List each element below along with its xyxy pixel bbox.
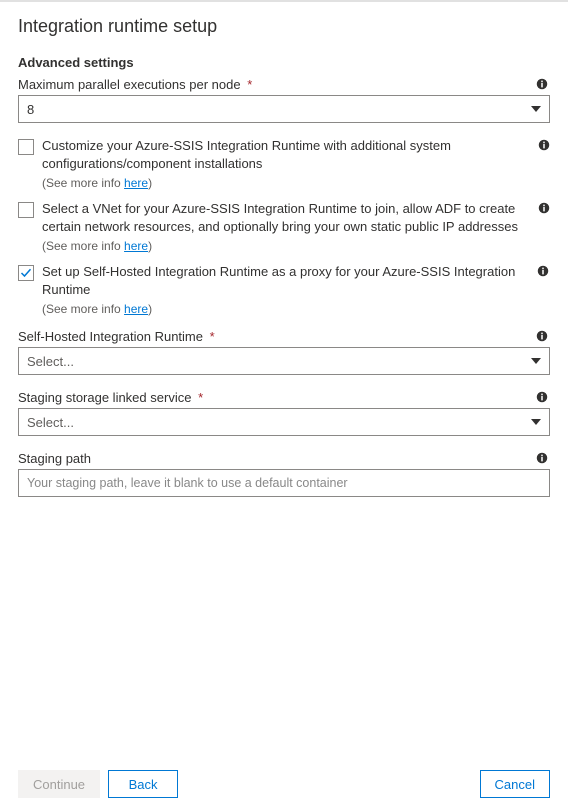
vnet-more-link[interactable]: here: [124, 239, 148, 253]
info-icon[interactable]: [534, 450, 550, 466]
info-icon[interactable]: [534, 328, 550, 344]
proxy-label: Set up Self-Hosted Integration Runtime a…: [42, 263, 527, 298]
max-parallel-select[interactable]: 8: [18, 95, 550, 123]
self-hosted-ir-select[interactable]: Select...: [18, 347, 550, 375]
info-icon[interactable]: [534, 76, 550, 92]
max-parallel-header: Maximum parallel executions per node *: [18, 76, 550, 92]
staging-path-input[interactable]: [27, 476, 541, 490]
proxy-more-info: (See more info here): [42, 302, 550, 316]
required-asterisk: *: [247, 77, 252, 92]
vnet-row: Select a VNet for your Azure-SSIS Integr…: [18, 200, 550, 235]
info-icon[interactable]: [535, 263, 550, 279]
vnet-label: Select a VNet for your Azure-SSIS Integr…: [42, 200, 530, 235]
staging-path-label: Staging path: [18, 451, 91, 466]
max-parallel-label: Maximum parallel executions per node: [18, 77, 241, 92]
info-icon[interactable]: [534, 389, 550, 405]
proxy-more-link[interactable]: here: [124, 302, 148, 316]
chevron-down-icon: [531, 358, 541, 364]
customize-more-link[interactable]: here: [124, 176, 148, 190]
panel-title: Integration runtime setup: [18, 16, 550, 37]
chevron-down-icon: [531, 419, 541, 425]
info-icon[interactable]: [538, 137, 550, 153]
vnet-checkbox[interactable]: [18, 202, 34, 218]
customize-label: Customize your Azure-SSIS Integration Ru…: [42, 137, 530, 172]
staging-path-header: Staging path: [18, 450, 550, 466]
staging-storage-label: Staging storage linked service: [18, 390, 191, 405]
staging-storage-placeholder: Select...: [27, 415, 531, 430]
back-button[interactable]: Back: [108, 770, 178, 798]
cancel-button[interactable]: Cancel: [480, 770, 550, 798]
required-asterisk: *: [210, 329, 215, 344]
continue-button: Continue: [18, 770, 100, 798]
proxy-row: Set up Self-Hosted Integration Runtime a…: [18, 263, 550, 298]
staging-storage-header: Staging storage linked service *: [18, 389, 550, 405]
self-hosted-ir-placeholder: Select...: [27, 354, 531, 369]
max-parallel-value: 8: [27, 102, 531, 117]
self-hosted-ir-label: Self-Hosted Integration Runtime: [18, 329, 203, 344]
self-hosted-ir-header: Self-Hosted Integration Runtime *: [18, 328, 550, 344]
setup-panel: Integration runtime setup Advanced setti…: [0, 2, 568, 497]
staging-storage-select[interactable]: Select...: [18, 408, 550, 436]
proxy-checkbox[interactable]: [18, 265, 34, 281]
customize-more-info: (See more info here): [42, 176, 550, 190]
vnet-more-info: (See more info here): [42, 239, 550, 253]
customize-checkbox[interactable]: [18, 139, 34, 155]
button-bar: Continue Back Cancel: [0, 761, 568, 807]
section-advanced-settings: Advanced settings: [18, 55, 550, 70]
customize-row: Customize your Azure-SSIS Integration Ru…: [18, 137, 550, 172]
required-asterisk: *: [198, 390, 203, 405]
staging-path-input-wrap: [18, 469, 550, 497]
info-icon[interactable]: [538, 200, 550, 216]
chevron-down-icon: [531, 106, 541, 112]
